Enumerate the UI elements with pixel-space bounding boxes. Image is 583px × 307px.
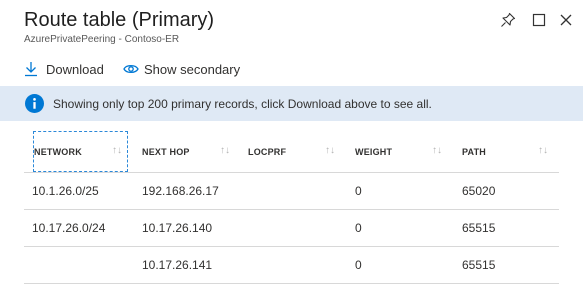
cell-network: 10.17.26.0/24 (32, 221, 106, 235)
command-bar: Download Show secondary (0, 56, 583, 82)
download-label: Download (46, 61, 104, 77)
info-banner: Showing only top 200 primary records, cl… (0, 86, 583, 121)
maximize-button[interactable] (531, 12, 547, 28)
page-title: Route table (Primary) (24, 9, 215, 31)
column-label-path: PATH (462, 146, 486, 157)
cell-network: 10.1.26.0/25 (32, 184, 99, 198)
sort-icon[interactable]: ↑↓ (432, 145, 442, 156)
page-subtitle: AzurePrivatePeering - Contoso-ER (24, 34, 180, 45)
pin-button[interactable] (500, 12, 516, 28)
table-row[interactable]: 10.1.26.0/25 192.168.26.17 0 65020 (24, 173, 559, 210)
cell-weight: 0 (355, 221, 362, 235)
cell-next-hop: 10.17.26.140 (142, 221, 213, 235)
close-button[interactable] (558, 12, 574, 28)
eye-icon (123, 64, 139, 74)
column-label-next-hop: NEXT HOP (142, 146, 190, 157)
show-secondary-label: Show secondary (144, 61, 241, 77)
cell-weight: 0 (355, 258, 362, 272)
cell-path: 65515 (462, 258, 496, 272)
maximize-icon (532, 13, 546, 27)
cell-next-hop: 192.168.26.17 (142, 184, 219, 198)
banner-message: Showing only top 200 primary records, cl… (53, 96, 432, 111)
cell-next-hop: 10.17.26.141 (142, 258, 213, 272)
close-icon (560, 14, 572, 26)
column-label-network: NETWORK (34, 146, 82, 157)
download-icon (25, 62, 37, 77)
route-table: NETWORK ↑↓ NEXT HOP ↑↓ LOCPRF ↑↓ WEIGHT … (24, 131, 559, 284)
blade-header: Route table (Primary) AzurePrivatePeerin… (0, 0, 583, 48)
sort-icon[interactable]: ↑↓ (220, 145, 230, 156)
show-secondary-button[interactable]: Show secondary (123, 59, 240, 79)
column-label-weight: WEIGHT (355, 146, 393, 157)
sort-icon[interactable]: ↑↓ (538, 145, 548, 156)
table-row[interactable]: 10.17.26.0/24 10.17.26.140 0 65515 (24, 210, 559, 247)
cell-path: 65020 (462, 184, 496, 198)
sort-icon[interactable]: ↑↓ (325, 145, 335, 156)
download-button[interactable]: Download (24, 59, 104, 79)
cell-path: 65515 (462, 221, 496, 235)
column-label-locprf: LOCPRF (248, 146, 287, 157)
table-header: NETWORK ↑↓ NEXT HOP ↑↓ LOCPRF ↑↓ WEIGHT … (24, 131, 559, 173)
sort-icon[interactable]: ↑↓ (112, 145, 122, 156)
info-icon (25, 94, 44, 113)
pin-icon (501, 12, 516, 27)
cell-weight: 0 (355, 184, 362, 198)
table-row[interactable]: 10.17.26.141 0 65515 (24, 247, 559, 284)
